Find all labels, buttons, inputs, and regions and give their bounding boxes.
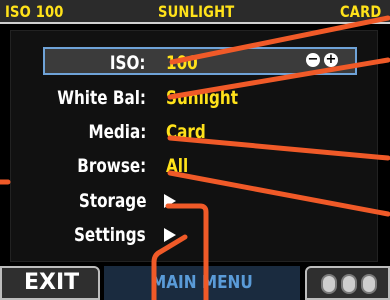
browse-label: Browse:	[76, 155, 146, 177]
exit-button[interactable]: EXIT	[0, 266, 100, 300]
browse-value: All	[166, 155, 189, 177]
white-balance-label: White Bal:	[57, 87, 146, 109]
status-iso: ISO 100	[5, 2, 64, 21]
status-media: CARD	[340, 2, 382, 21]
media-label: Media:	[88, 121, 146, 143]
dial-button[interactable]	[305, 266, 390, 300]
menu-item-browse[interactable]: Browse: All	[0, 153, 390, 183]
storage-arrow-icon	[164, 194, 176, 208]
iso-label: ISO:	[110, 52, 146, 74]
menu-item-settings[interactable]: Settings	[0, 222, 390, 252]
menu-item-white-balance[interactable]: White Bal: Sunlight	[0, 85, 390, 115]
menu-title: MAIN MENU	[104, 266, 300, 300]
settings-arrow-icon	[164, 228, 176, 242]
camera-screen: ISO 100 SUNLIGHT CARD − + ISO: 100 White…	[0, 0, 390, 300]
menu-item-storage[interactable]: Storage	[0, 188, 390, 218]
white-balance-value: Sunlight	[166, 87, 238, 109]
dial-icon	[321, 274, 337, 294]
dial-icon	[361, 274, 377, 294]
status-white-balance: SUNLIGHT	[158, 2, 235, 21]
media-value: Card	[166, 121, 206, 143]
bottom-bar: EXIT MAIN MENU	[0, 266, 390, 300]
status-bar: ISO 100 SUNLIGHT CARD	[0, 0, 390, 24]
menu-title-text: MAIN MENU	[151, 272, 253, 293]
menu-item-iso[interactable]: ISO: 100	[0, 50, 390, 80]
storage-label: Storage	[78, 190, 146, 212]
menu-item-media[interactable]: Media: Card	[0, 119, 390, 149]
iso-value: 100	[166, 52, 198, 74]
settings-label: Settings	[74, 224, 146, 246]
dial-icon	[341, 274, 357, 294]
